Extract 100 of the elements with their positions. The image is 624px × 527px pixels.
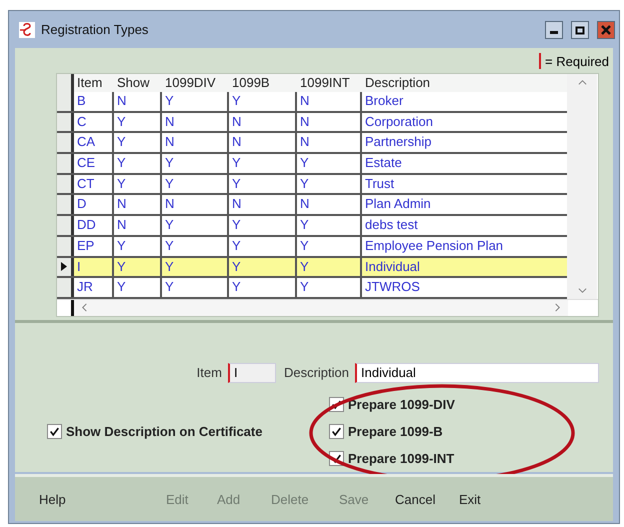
table-cell: I [74, 258, 114, 276]
checkmark-icon [331, 452, 342, 464]
table-cell: Y [229, 258, 297, 276]
table-cell: Y [162, 216, 229, 235]
row-header[interactable] [57, 154, 74, 173]
checkbox[interactable] [47, 424, 62, 439]
table-cell: Y [114, 236, 162, 256]
table-cell: N [229, 112, 297, 132]
row-header[interactable] [57, 92, 74, 111]
vertical-scrollbar[interactable] [567, 74, 597, 299]
table-cell: N [162, 112, 229, 132]
table-cell: Y [162, 236, 229, 256]
table-row[interactable]: B N Y Y N Broker [57, 92, 567, 113]
table-cell: CT [74, 174, 114, 194]
toolbar-button[interactable]: Help [33, 488, 72, 510]
table-cell: Y [162, 258, 229, 276]
horizontal-scrollbar[interactable] [74, 300, 568, 316]
table-cell-text: Employee Pension Plan [364, 236, 504, 255]
row-header[interactable] [57, 112, 74, 132]
table-cell: N [297, 195, 362, 214]
row-header [57, 74, 74, 92]
table-row[interactable]: CT Y Y Y Y Trust [57, 174, 567, 196]
scroll-up-icon[interactable] [578, 78, 586, 87]
table-cell: N [229, 133, 297, 152]
table-cell: CA [74, 133, 114, 152]
column-header[interactable]: Show [114, 74, 162, 92]
table-cell: Y [229, 154, 297, 173]
table-cell: DD [74, 216, 114, 235]
row-header[interactable] [57, 278, 74, 297]
table-row[interactable]: CA Y N N N Partnership [57, 133, 567, 154]
table-cell: Y [114, 112, 162, 132]
table-cell: Y [229, 216, 297, 235]
table-cell-text: debs test [364, 216, 419, 234]
table-cell: EP [74, 236, 114, 256]
table-cell: Y [162, 174, 229, 194]
table-cell: Y [297, 258, 362, 276]
toolbar-button[interactable]: Exit [453, 488, 487, 510]
table-cell: Y [297, 154, 362, 173]
required-legend: = Required [545, 54, 609, 68]
checkbox-label: Prepare 1099-DIV [348, 396, 455, 412]
checkbox[interactable] [329, 424, 344, 439]
checkbox-label: Prepare 1099-B [348, 424, 443, 439]
table-cell: N [114, 92, 162, 111]
row-header[interactable] [57, 258, 74, 276]
table-cell: Y [114, 133, 162, 152]
table-cell: N [229, 195, 297, 214]
table-cell: JR [74, 278, 114, 297]
item-label: Item [196, 365, 222, 380]
table-cell: B [74, 92, 114, 111]
maximize-button[interactable] [571, 20, 589, 38]
table-cell-text: Corporation [364, 112, 434, 131]
table-row[interactable]: C Y N N N Corporation [57, 112, 567, 134]
table-cell: CE [74, 154, 114, 173]
row-header[interactable] [57, 174, 74, 194]
table-cell: N [114, 195, 162, 214]
table-cell-text: JTWROS [364, 278, 421, 296]
maximize-icon [575, 24, 585, 34]
minimize-button[interactable] [545, 20, 563, 38]
column-header[interactable]: Description [362, 74, 567, 92]
table-row[interactable]: D N N N N Plan Admin [57, 195, 567, 216]
table-cell: Y [229, 174, 297, 194]
close-button[interactable] [597, 20, 615, 38]
table-row[interactable]: DD N Y Y Y debs test [57, 216, 567, 237]
row-pointer-icon [61, 262, 67, 272]
scroll-right-icon[interactable] [553, 303, 562, 312]
checkmark-icon [331, 426, 342, 437]
description-label: Description [284, 365, 349, 380]
description-field[interactable]: Individual [355, 362, 599, 383]
toolbar-button[interactable]: Cancel [389, 488, 442, 510]
table-cell: Y [114, 278, 162, 297]
table-cell: Y [297, 174, 362, 194]
row-header[interactable] [57, 216, 74, 235]
table-cell: Y [162, 278, 229, 297]
table-cell: Y [162, 154, 229, 173]
row-header[interactable] [57, 236, 74, 256]
checkmark-icon [49, 426, 60, 437]
minimize-icon [550, 30, 558, 34]
checkbox-label: Prepare 1099-INT [348, 450, 454, 466]
checkbox-label: Show Description on Certificate [66, 424, 262, 439]
checkmark-icon [331, 398, 342, 410]
table-cell-text: Estate [364, 154, 403, 172]
table-cell: Y [229, 236, 297, 256]
table-cell: N [297, 92, 362, 111]
table-cell: Y [114, 174, 162, 194]
scroll-left-icon[interactable] [80, 303, 89, 312]
table-cell-text: Partnership [364, 133, 432, 152]
column-header[interactable]: 1099B [229, 74, 297, 92]
table-cell: Y [297, 216, 362, 235]
column-header[interactable]: 1099DIV [162, 74, 229, 92]
item-field[interactable]: I [228, 362, 276, 383]
row-header[interactable] [57, 133, 74, 152]
table-cell: N [114, 216, 162, 235]
column-header[interactable]: Item [74, 74, 114, 92]
column-header[interactable]: 1099INT [297, 74, 362, 92]
row-header[interactable] [57, 195, 74, 214]
table-row[interactable]: I Y Y Y Y Individual [57, 258, 567, 278]
window-title: Registration Types [41, 22, 150, 37]
table-row[interactable]: CE Y Y Y Y Estate [57, 154, 567, 175]
table-cell: Y [114, 154, 162, 173]
scroll-down-icon[interactable] [578, 286, 586, 295]
